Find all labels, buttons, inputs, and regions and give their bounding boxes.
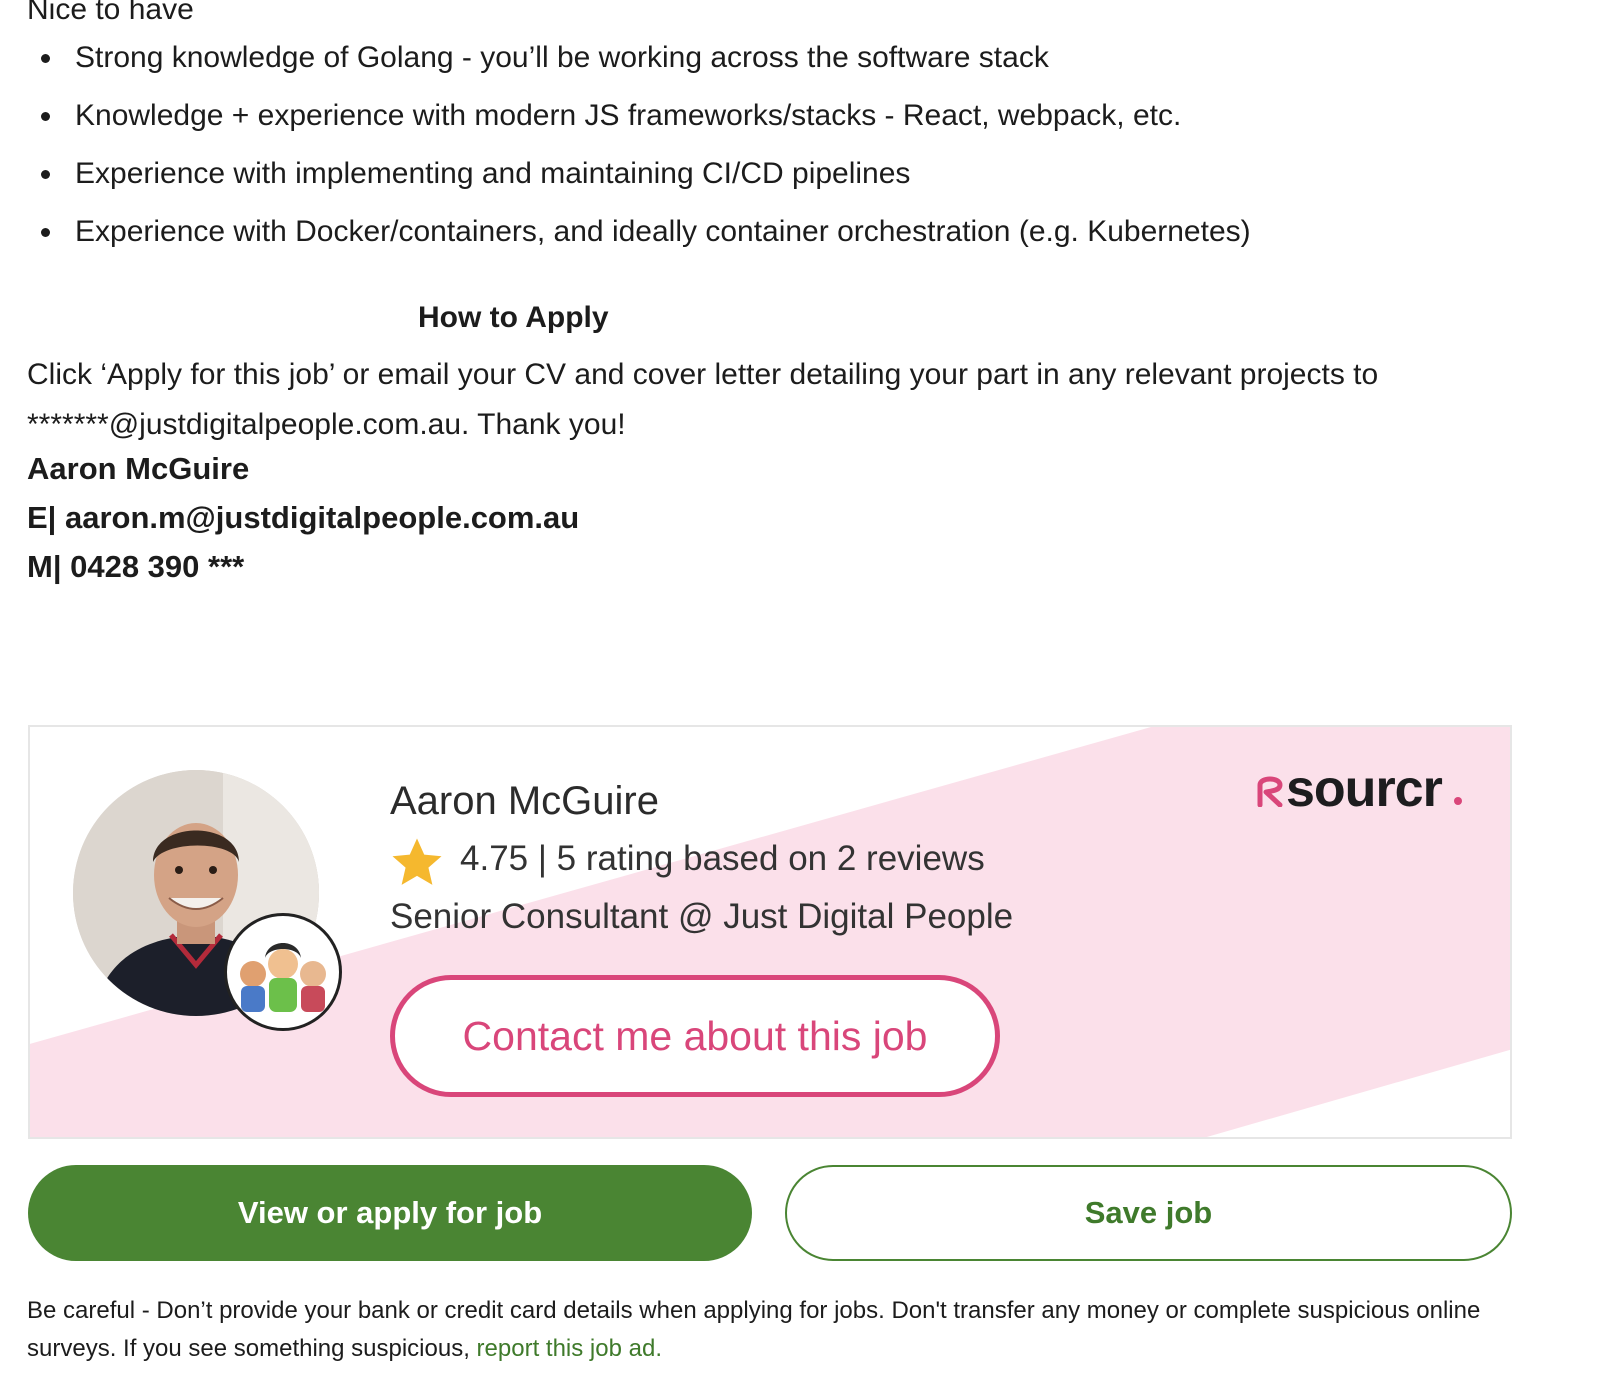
bullet-icon: [41, 54, 50, 63]
recruiter-role: Senior Consultant @ Just Digital People: [390, 897, 1014, 936]
view-or-apply-button[interactable]: View or apply for job: [28, 1165, 752, 1261]
safety-warning: Be careful - Don’t provide your bank or …: [27, 1292, 1507, 1368]
bullet-icon: [41, 228, 50, 237]
contact-name: Aaron McGuire: [27, 451, 250, 486]
star-icon: [392, 838, 442, 885]
nice-to-have-list: Strong knowledge of Golang - you’ll be w…: [27, 40, 1251, 272]
bullet-icon: [41, 112, 50, 121]
agency-people-icon: [240, 943, 326, 1012]
list-item-text: Experience with implementing and maintai…: [75, 157, 911, 190]
logo-dot: [1454, 797, 1462, 805]
bullet-icon: [41, 170, 50, 179]
rating-text: 4.75 | 5 rating based on 2 reviews: [460, 839, 985, 878]
list-item: Knowledge + experience with modern JS fr…: [27, 98, 1251, 156]
contact-email: E| aaron.m@justdigitalpeople.com.au: [27, 500, 580, 535]
how-to-apply-heading: How to Apply: [418, 301, 609, 334]
list-item: Experience with Docker/containers, and i…: [27, 214, 1251, 272]
sourcr-logo-icon: [1257, 776, 1283, 807]
contact-me-button[interactable]: Contact me about this job: [390, 975, 1000, 1097]
list-item-text: Experience with Docker/containers, and i…: [75, 215, 1251, 248]
contact-phone: M| 0428 390 ***: [27, 549, 245, 584]
list-item-text: Knowledge + experience with modern JS fr…: [75, 99, 1182, 132]
list-item-text: Strong knowledge of Golang - you’ll be w…: [75, 41, 1049, 74]
agency-badge-icon: [224, 913, 342, 1031]
nice-to-have-heading: Nice to have: [27, 0, 194, 26]
warning-text: Be careful - Don’t provide your bank or …: [27, 1297, 1481, 1362]
list-item: Strong knowledge of Golang - you’ll be w…: [27, 40, 1251, 98]
sourcr-logo-text: sourcr: [1286, 760, 1443, 818]
sourcr-logo[interactable]: sourcr: [1256, 759, 1466, 819]
list-item: Experience with implementing and maintai…: [27, 156, 1251, 214]
recruiter-card: Aaron McGuire 4.75 | 5 rating based on 2…: [28, 725, 1512, 1139]
save-job-button[interactable]: Save job: [785, 1165, 1512, 1261]
recruiter-name: Aaron McGuire: [390, 779, 659, 823]
how-to-apply-text: Click ‘Apply for this job’ or email your…: [27, 358, 1379, 441]
report-job-ad-link[interactable]: report this job ad.: [477, 1335, 662, 1362]
